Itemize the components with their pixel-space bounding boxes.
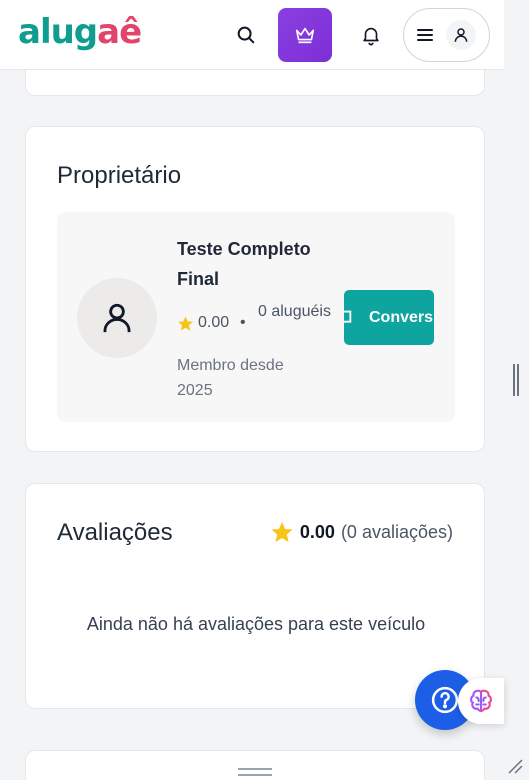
chat-button[interactable]: Convers <box>344 290 434 345</box>
search-button[interactable] <box>219 8 273 62</box>
star-icon <box>271 522 293 542</box>
user-icon <box>454 28 468 42</box>
owner-avatar[interactable] <box>77 278 157 358</box>
resize-corner-icon[interactable] <box>507 758 523 774</box>
chat-button-label: Convers <box>369 309 434 326</box>
owner-member-since: Membro desde 2025 <box>177 357 284 399</box>
no-reviews-message: Ainda não há avaliações para este veícul… <box>86 614 426 634</box>
top-header: alugaê <box>0 0 504 70</box>
brain-icon <box>470 689 492 712</box>
user-avatar <box>446 20 476 50</box>
bell-icon <box>363 27 379 46</box>
reviews-summary: 0.00 (0 avaliações) <box>270 520 453 544</box>
scroll-grip-handle[interactable] <box>513 364 519 396</box>
chat-icon <box>344 310 352 323</box>
notifications-button[interactable] <box>344 8 398 62</box>
reviews-score: 0.00 <box>299 521 335 542</box>
owner-info-box: Teste Completo Final 0.00 • 0 aluguéis M… <box>57 212 455 422</box>
owner-rentals-count: 0 aluguéis <box>258 303 331 320</box>
question-icon <box>431 686 459 714</box>
alugae-logo[interactable]: alugaê <box>18 12 142 52</box>
stats-separator: • <box>240 314 246 331</box>
user-icon <box>103 303 131 333</box>
owner-card: Proprietário Teste Completo Final 0.00 •… <box>25 126 485 452</box>
reviews-card: Avaliações 0.00 (0 avaliações) Ainda não… <box>25 483 485 709</box>
owner-rating: 0.00 <box>198 314 230 331</box>
ai-assistant-button[interactable] <box>458 678 504 724</box>
bottom-resize-handle[interactable] <box>238 768 272 776</box>
reviews-count: (0 avaliações) <box>340 521 453 542</box>
owner-section-title: Proprietário <box>57 162 182 189</box>
star-icon <box>178 316 193 331</box>
crown-icon <box>295 27 315 44</box>
logo-text-primary: alug <box>18 12 98 52</box>
owner-name[interactable]: Teste Completo Final <box>177 234 337 294</box>
owner-stats: 0.00 • 0 aluguéis <box>177 298 347 348</box>
hamburger-icon <box>417 29 433 41</box>
premium-button[interactable] <box>278 8 332 62</box>
user-menu-button[interactable] <box>403 8 490 62</box>
logo-text-accent: aê <box>97 12 142 52</box>
reviews-section-title: Avaliações <box>57 519 173 546</box>
search-icon <box>237 26 255 44</box>
